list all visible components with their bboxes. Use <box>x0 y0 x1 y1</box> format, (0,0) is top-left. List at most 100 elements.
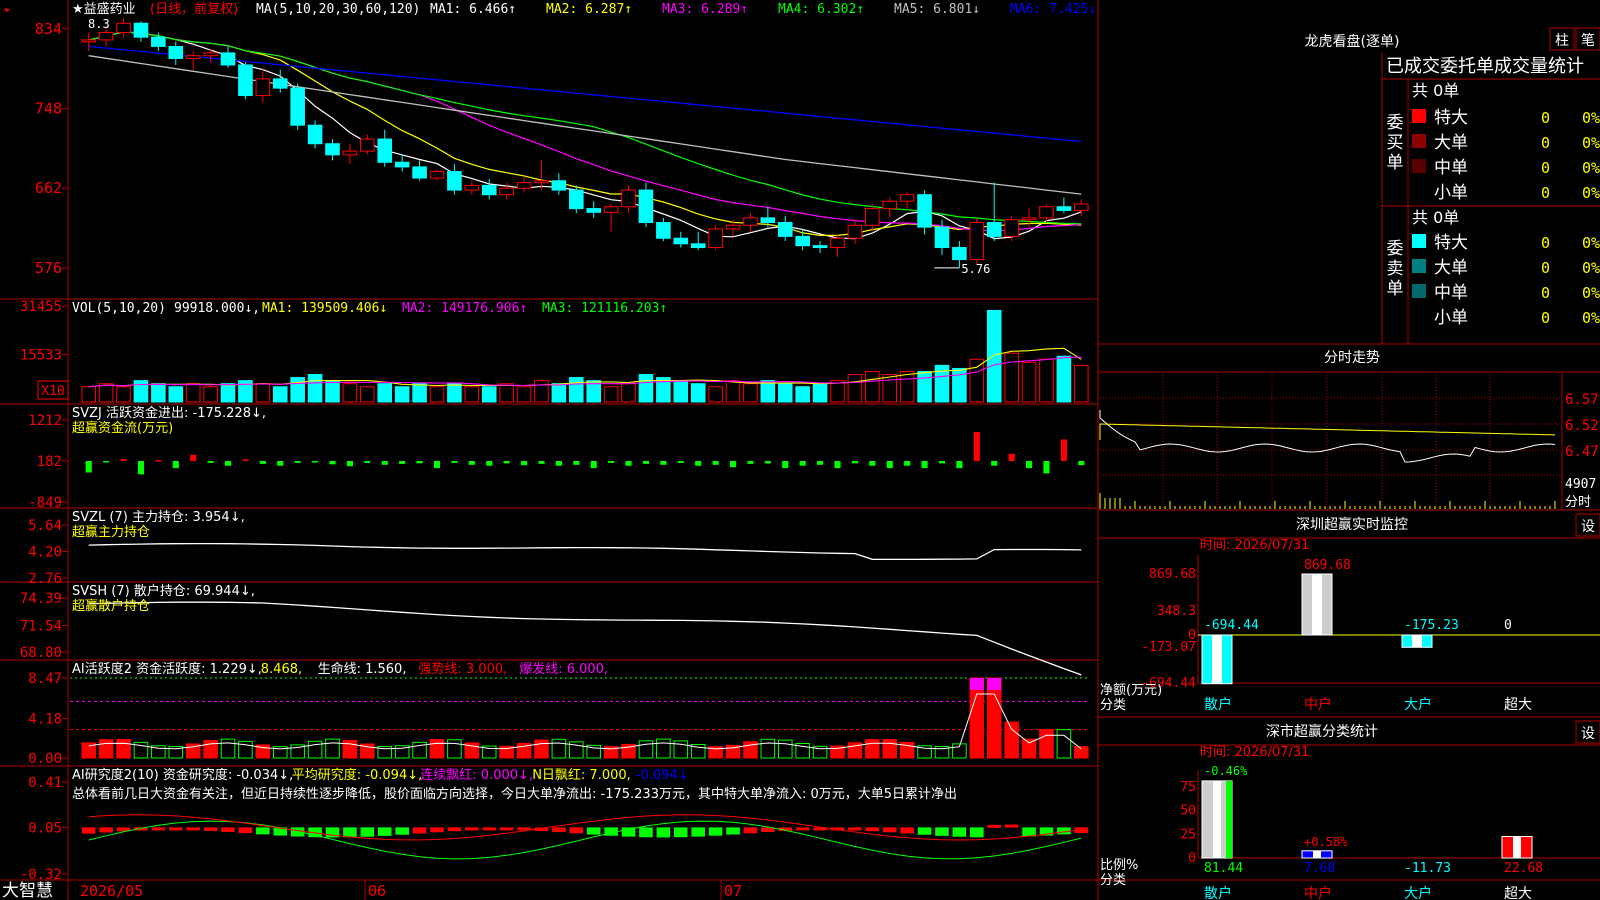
svzj-bar <box>329 460 336 465</box>
sell-row-count: 0 <box>1541 309 1550 327</box>
candle-body[interactable] <box>1004 219 1019 237</box>
candle-body[interactable] <box>220 52 236 66</box>
candle-body[interactable] <box>603 206 619 213</box>
candle-body[interactable] <box>865 208 880 226</box>
candle-body[interactable] <box>986 222 1002 237</box>
candle-body[interactable] <box>847 224 863 239</box>
sell-row-name: 中单 <box>1434 283 1468 303</box>
ai2-bar <box>935 827 949 836</box>
candle-body[interactable] <box>882 200 898 210</box>
ai2-bar <box>360 827 375 837</box>
candle-body[interactable] <box>638 189 654 223</box>
candle-body[interactable] <box>185 55 201 59</box>
candle-body[interactable] <box>255 78 271 97</box>
candle-body[interactable] <box>934 226 950 249</box>
buy-row-swatch <box>1412 134 1426 148</box>
classify-category: 大户 <box>1404 885 1432 900</box>
candle-body[interactable] <box>116 22 131 34</box>
buy-row-pct: 0% <box>1582 109 1600 127</box>
candle-body[interactable] <box>481 184 497 196</box>
candle-body[interactable] <box>1021 217 1037 221</box>
candle-body[interactable] <box>133 22 149 38</box>
candle-body[interactable] <box>673 237 689 245</box>
ai-activity-bar <box>534 739 549 759</box>
candle-body[interactable] <box>777 222 793 237</box>
candle-body[interactable] <box>1074 203 1089 211</box>
candle-body[interactable] <box>238 64 253 97</box>
candle-body[interactable] <box>760 217 776 224</box>
candle-body[interactable] <box>168 45 184 59</box>
ai2-bar <box>186 827 200 831</box>
candle-body[interactable] <box>952 247 967 261</box>
candle-body[interactable] <box>586 208 601 213</box>
candle-body[interactable] <box>272 78 288 89</box>
candle-body[interactable] <box>203 52 218 57</box>
candle-body[interactable] <box>656 222 671 239</box>
candle-body[interactable] <box>917 194 932 228</box>
ai-tick-label: 0.00 <box>28 751 62 767</box>
candle-body[interactable] <box>708 228 723 249</box>
main-chart-canvas[interactable]: 834748662576 5.768.3 3145515533X10 12121… <box>0 0 1600 900</box>
svzj-bar <box>103 460 110 463</box>
candle-body[interactable] <box>899 194 915 202</box>
candle-body[interactable] <box>98 32 114 41</box>
candle-body[interactable] <box>499 187 514 196</box>
candle-body[interactable] <box>795 235 810 247</box>
candle-body[interactable] <box>290 87 305 126</box>
candle-body[interactable] <box>377 138 393 163</box>
intraday-vol-unit: 分时 <box>1565 495 1591 510</box>
menu-arrow-icon: ▸ <box>4 2 11 16</box>
svzj-bar <box>120 459 127 461</box>
svzj-bar <box>695 460 702 466</box>
volume-bar <box>255 383 271 403</box>
intraday-title: 分时走势 <box>1324 350 1380 366</box>
candle-body[interactable] <box>412 166 427 179</box>
candle-body[interactable] <box>621 189 636 208</box>
candle-body[interactable] <box>429 171 445 179</box>
ai2-comment: 总体看前几日大资金有关注，但近日持续性逐步降低，股价面临方向选择，今日大单净流出… <box>72 786 957 802</box>
vol-tick-label: 31455 <box>20 299 62 315</box>
classify-ytick: 25 <box>1180 827 1196 842</box>
candle-body[interactable] <box>569 189 584 210</box>
candle-body[interactable] <box>325 143 340 156</box>
candle-body[interactable] <box>516 182 532 189</box>
candle-body[interactable] <box>690 243 706 249</box>
svzj-bar <box>85 460 92 473</box>
candle-body[interactable] <box>534 180 549 184</box>
candle-body[interactable] <box>830 237 845 249</box>
ai2-bar <box>848 827 862 831</box>
high-price-label: 8.3 <box>88 17 110 31</box>
candle-body[interactable] <box>447 171 462 191</box>
candle-body[interactable] <box>743 217 758 226</box>
candle-body[interactable] <box>725 224 741 230</box>
candle-body[interactable] <box>969 222 985 261</box>
ai-life-line <box>88 693 1082 750</box>
ma-value-6: MA6: 7.425↓ <box>1010 2 1096 17</box>
candle-body[interactable] <box>464 184 480 191</box>
candle-body[interactable] <box>342 150 358 156</box>
volume-bar <box>986 309 1002 403</box>
candle-body[interactable] <box>360 138 375 152</box>
candle-body[interactable] <box>1056 206 1072 211</box>
volume-bar <box>952 367 967 403</box>
candle-body[interactable] <box>551 180 567 191</box>
candle-body[interactable] <box>812 245 828 249</box>
volume-bar <box>1039 358 1054 403</box>
ai-activity-bar <box>447 739 462 759</box>
svzj-bar <box>433 460 441 469</box>
monitor-category: 散户 <box>1204 696 1232 713</box>
candlestick-series[interactable]: 5.76 8.3 <box>81 17 1089 276</box>
candle-body[interactable] <box>151 36 166 47</box>
candle-body[interactable] <box>394 161 410 168</box>
ai2-bar <box>865 827 880 832</box>
svzj-sub: 超赢资金流(万元) <box>72 420 173 436</box>
candle-body[interactable] <box>1039 206 1054 219</box>
ai-activity-bar <box>203 739 218 759</box>
volume-bar <box>203 386 218 403</box>
candle-body[interactable] <box>81 39 96 43</box>
candle-body[interactable] <box>307 124 323 145</box>
svzj-tick-label: -849 <box>28 495 62 511</box>
classify-value-label: 7.60 <box>1304 861 1335 876</box>
buy-row-count: 0 <box>1541 159 1550 177</box>
svzl-sub: 超赢主力持仓 <box>72 524 150 540</box>
